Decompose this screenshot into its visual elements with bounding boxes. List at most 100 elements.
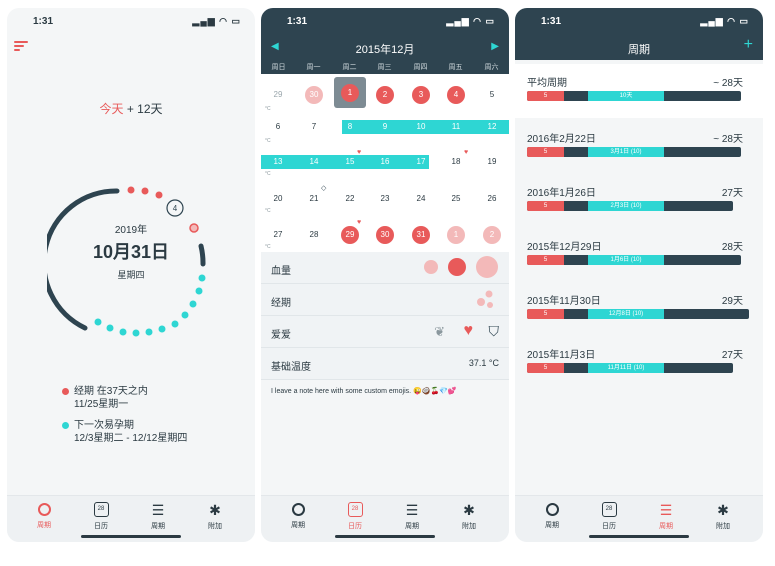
temp-unit: °C (265, 244, 271, 250)
calendar-day[interactable]: 2 (376, 86, 394, 104)
tab-cycles-list[interactable]: ☰ 周期 (138, 502, 178, 531)
calendar-day[interactable]: 3 (412, 86, 430, 104)
cycle-item[interactable]: 2016年1月26日 27天 5 2月3日 (10) (515, 174, 763, 228)
sex-label: 爱爱 (271, 330, 291, 341)
calendar-day[interactable]: 20 (269, 190, 287, 208)
home-indicator (81, 535, 181, 538)
calendar-day[interactable]: 26 (483, 190, 501, 208)
temp-unit: °C (265, 138, 271, 144)
status-time: 1:31 (541, 16, 562, 27)
weekday-label: 周六 (484, 64, 499, 71)
heart-icon: ♥ (357, 149, 362, 156)
row-temperature[interactable]: 基础温度 37.1 °C (261, 348, 509, 380)
tab-calendar[interactable]: 28 日历 (81, 502, 121, 531)
calendar-day[interactable]: 6 (269, 118, 287, 136)
calendar-day[interactable]: 27 (269, 226, 287, 244)
calendar-day[interactable]: 25 (447, 190, 465, 208)
cycle-item[interactable]: 2016年2月22日 ~ 28天 5 3月1日 (10) (515, 120, 763, 174)
flow-options[interactable] (421, 255, 501, 279)
calendar-day[interactable]: 13 (269, 153, 287, 171)
tab-cycle[interactable]: 周期 (278, 502, 318, 530)
calendar-day[interactable]: 16 (376, 153, 394, 171)
tab-cycles-list[interactable]: ☰ 周期 (646, 502, 686, 531)
tab-calendar[interactable]: 28 日历 (589, 502, 629, 531)
day-details: 血量 经期 爱爱 ❦ ♥ ⛉ 基础温度 37.1 °C (261, 252, 509, 380)
weekday-label: 周五 (448, 64, 463, 71)
calendar-day[interactable]: 1 (341, 84, 359, 102)
flow-light-icon[interactable] (424, 260, 438, 274)
note-text[interactable]: I leave a note here with some custom emo… (271, 386, 501, 397)
cycle-item-average[interactable]: 平均周期 ~ 28天 5 10天 (515, 64, 763, 118)
legend-dot-red (62, 388, 69, 395)
calendar-day[interactable]: 22 (341, 190, 359, 208)
tab-label: 日历 (602, 523, 616, 530)
tab-cycles-list[interactable]: ☰ 周期 (392, 502, 432, 531)
shield-icon[interactable]: ⛉ (489, 323, 500, 340)
tab-cycle[interactable]: 周期 (532, 502, 572, 530)
cycle-bar: 5 12月8日 (10) (527, 309, 749, 319)
tab-cycle[interactable]: 周期 (24, 502, 64, 530)
calendar-day[interactable]: 11 (447, 118, 465, 136)
calendar-day[interactable]: 31 (412, 226, 430, 244)
period-segment: 5 (527, 91, 564, 101)
menu-icon[interactable] (14, 41, 28, 53)
tab-calendar[interactable]: 28 日历 (335, 502, 375, 531)
tab-more[interactable]: ✱ 附加 (195, 502, 235, 531)
calendar-day[interactable]: 1 (447, 226, 465, 244)
drops-icon[interactable] (473, 288, 497, 312)
heart-icon[interactable]: ♥ (464, 322, 474, 340)
tab-more[interactable]: ✱ 附加 (703, 502, 743, 531)
calendar-day[interactable]: 17 (412, 153, 430, 171)
status-icons: ▂▄▆ ◠ ▭ (700, 16, 749, 26)
cycle-item[interactable]: 2015年11月30日 29天 5 12月8日 (10) (515, 282, 763, 336)
cycle-length: 27天 (721, 350, 743, 361)
calendar-day[interactable]: 5 (483, 86, 501, 104)
fertile-dot (195, 287, 203, 295)
legend-fertile-date: 12/3星期二 - 12/12星期四 (74, 433, 188, 444)
tab-label: 周期 (545, 522, 559, 529)
calendar-day[interactable]: 21 (305, 190, 323, 208)
cycle-item[interactable]: 2015年11月3日 27天 5 11月11日 (10) (515, 336, 763, 390)
weekday-label: 周三 (377, 64, 392, 71)
calendar-day[interactable]: 24 (412, 190, 430, 208)
period-dot (127, 186, 135, 194)
leaf-icon[interactable]: ❦ (434, 324, 445, 340)
calendar-day[interactable]: 10 (412, 118, 430, 136)
calendar-day[interactable]: 14 (305, 153, 323, 171)
calendar-day[interactable]: 19 (483, 153, 501, 171)
add-cycle-button[interactable]: + (744, 36, 753, 54)
cycle-date: 平均周期 (527, 78, 567, 89)
flow-medium-icon[interactable] (448, 258, 466, 276)
calendar-day[interactable]: 15 (341, 153, 359, 171)
period-label: 经期 (271, 298, 291, 309)
tab-more[interactable]: ✱ 附加 (449, 502, 489, 531)
calendar-day[interactable]: 2 (483, 226, 501, 244)
calendar-day[interactable]: 29 (341, 226, 359, 244)
calendar-day[interactable]: 8 (341, 118, 359, 136)
fertile-segment: 3月1日 (10) (588, 147, 664, 157)
calendar-day[interactable]: 4 (447, 86, 465, 104)
row-period[interactable]: 经期 (261, 284, 509, 316)
calendar-day[interactable]: 18 (447, 153, 465, 171)
calendar-day[interactable]: 28 (305, 226, 323, 244)
cycle-bar: 5 11月11日 (10) (527, 363, 733, 373)
weekday-label: 周二 (342, 64, 357, 71)
calendar-day[interactable]: 7 (305, 118, 323, 136)
cycle-item[interactable]: 2015年12月29日 28天 5 1月6日 (10) (515, 228, 763, 282)
cycle-length: ~ 28天 (713, 134, 743, 145)
row-sex[interactable]: 爱爱 ❦ ♥ ⛉ (261, 316, 509, 348)
calendar-day[interactable]: 23 (376, 190, 394, 208)
circle-icon (545, 503, 559, 516)
period-dot (155, 191, 163, 199)
row-flow[interactable]: 血量 (261, 252, 509, 284)
ring-year: 2019年 (114, 225, 148, 236)
calendar-day[interactable]: 29 (269, 86, 287, 104)
calendar-day[interactable]: 30 (376, 226, 394, 244)
calendar-day[interactable]: 30 (305, 86, 323, 104)
legend-period-date: 11/25星期一 (74, 399, 129, 410)
calendar-day[interactable]: 9 (376, 118, 394, 136)
calendar-day[interactable]: 12 (483, 118, 501, 136)
flow-heavy-icon[interactable] (476, 256, 498, 278)
next-month-icon[interactable]: ▶ (491, 41, 499, 52)
cycle-length: ~ 28天 (713, 78, 743, 89)
